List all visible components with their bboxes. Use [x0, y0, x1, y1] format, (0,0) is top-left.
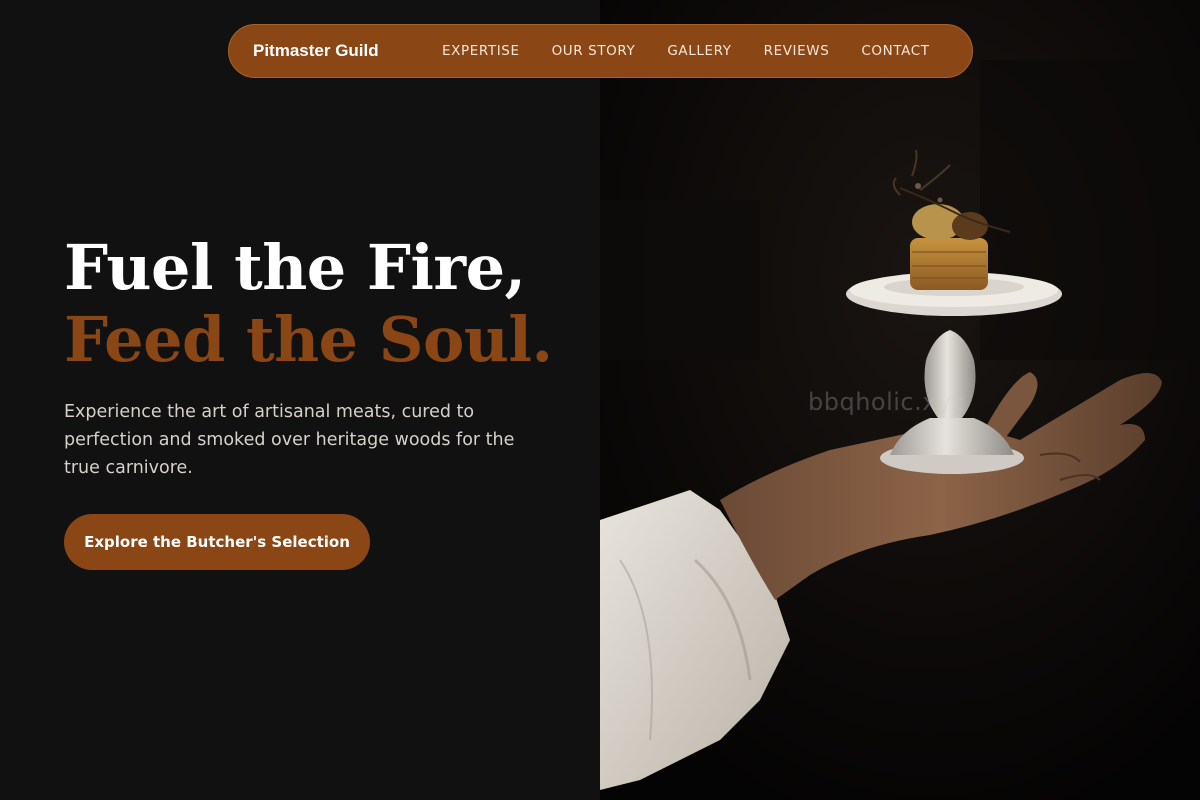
top-navbar: Pitmaster Guild EXPERTISE OUR STORY GALL… [228, 24, 973, 78]
nav-links: EXPERTISE OUR STORY GALLERY REVIEWS CONT… [442, 43, 930, 59]
hero-headline-line1: Fuel the Fire, [64, 231, 526, 304]
nav-link-gallery[interactable]: GALLERY [667, 43, 731, 59]
explore-selection-button[interactable]: Explore the Butcher's Selection [64, 514, 370, 570]
brand-logo-text[interactable]: Pitmaster Guild [253, 41, 442, 61]
nav-link-expertise[interactable]: EXPERTISE [442, 43, 520, 59]
nav-link-contact[interactable]: CONTACT [861, 43, 929, 59]
image-watermark: bbqholic.xyz [808, 388, 965, 416]
nav-link-our-story[interactable]: OUR STORY [552, 43, 636, 59]
hero-subtext: Experience the art of artisanal meats, c… [64, 402, 515, 478]
hero-headline-line2: Feed the Soul. [64, 303, 553, 376]
nav-link-reviews[interactable]: REVIEWS [764, 43, 830, 59]
hero-headline: Fuel the Fire, Feed the Soul. [64, 232, 553, 376]
